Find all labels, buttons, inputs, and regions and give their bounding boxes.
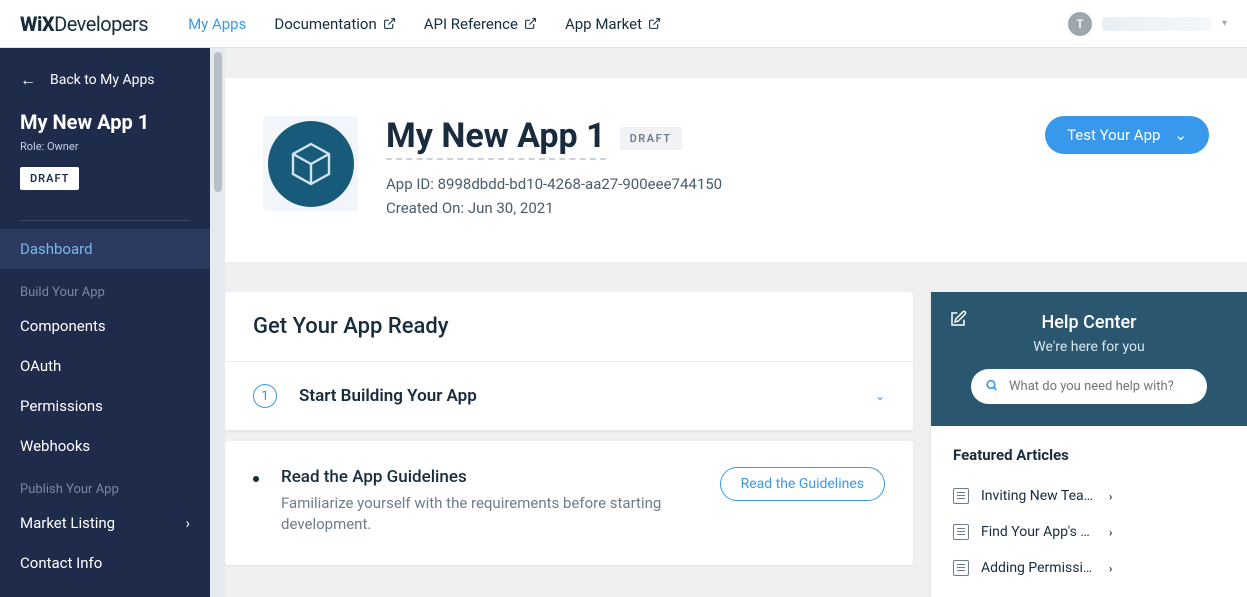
- document-icon: [953, 524, 969, 540]
- app-icon: [263, 116, 358, 211]
- document-icon: [953, 488, 969, 504]
- sidebar-item-components[interactable]: Components: [0, 306, 210, 346]
- document-icon: [953, 560, 969, 576]
- wix-logo[interactable]: WiXDevelopers: [20, 12, 148, 36]
- chevron-down-icon: ⌄: [1174, 126, 1187, 144]
- sidebar-draft-badge: DRAFT: [20, 167, 79, 190]
- chevron-down-icon: ⌄: [875, 389, 885, 403]
- sidebar-item-oauth[interactable]: OAuth: [0, 346, 210, 386]
- external-link-icon: [383, 17, 396, 30]
- sidebar-item-webhooks[interactable]: Webhooks: [0, 426, 210, 466]
- article-item[interactable]: Adding Permissions to Access User ... ›: [953, 550, 1225, 586]
- chevron-right-icon: ›: [1109, 490, 1225, 503]
- chevron-right-icon: ›: [1109, 562, 1225, 575]
- step-detail: Read the App Guidelines Familiarize your…: [225, 441, 913, 565]
- help-center-panel: Help Center We're here for you Featured …: [931, 292, 1247, 597]
- arrow-left-icon: ←: [20, 70, 36, 90]
- account-menu[interactable]: T ▾: [1068, 12, 1227, 36]
- nav-my-apps[interactable]: My Apps: [188, 15, 246, 33]
- sidebar-app-header: My New App 1 Role: Owner DRAFT: [0, 106, 210, 208]
- sidebar-role: Role: Owner: [20, 140, 190, 153]
- step-number: 1: [253, 384, 277, 408]
- chevron-down-icon: ▾: [1222, 18, 1227, 29]
- top-nav: My Apps Documentation API Reference App …: [188, 15, 661, 33]
- back-to-my-apps[interactable]: ← Back to My Apps: [0, 48, 210, 106]
- app-id-text: App ID: 8998dbdd-bd10-4268-aa27-900eee74…: [386, 172, 1017, 196]
- sidebar-item-contact-info[interactable]: Contact Info: [0, 543, 210, 583]
- status-badge: DRAFT: [620, 127, 682, 150]
- sidebar-item-permissions[interactable]: Permissions: [0, 386, 210, 426]
- article-item[interactable]: Find Your App's Public Key ›: [953, 514, 1225, 550]
- scrollbar-thumb[interactable]: [214, 52, 222, 192]
- sidebar-item-market-listing[interactable]: Market Listing›: [0, 503, 210, 543]
- username-placeholder: [1102, 17, 1212, 31]
- detail-body: Familiarize yourself with the requiremen…: [281, 493, 681, 535]
- detail-title: Read the App Guidelines: [281, 467, 681, 487]
- chevron-right-icon: ›: [1109, 526, 1225, 539]
- app-hero: My New App 1 DRAFT App ID: 8998dbdd-bd10…: [225, 78, 1247, 262]
- search-icon: [985, 378, 998, 395]
- sidebar-app-name: My New App 1: [20, 110, 190, 134]
- avatar: T: [1068, 12, 1092, 36]
- external-link-icon: [524, 17, 537, 30]
- edit-icon[interactable]: [949, 310, 967, 332]
- read-guidelines-button[interactable]: Read the Guidelines: [720, 467, 885, 501]
- sidebar-item-dashboard[interactable]: Dashboard: [0, 229, 210, 269]
- sidebar-section-publish: Publish Your App: [0, 466, 210, 503]
- get-ready-heading: Get Your App Ready: [225, 292, 913, 362]
- external-link-icon: [648, 17, 661, 30]
- help-search-input[interactable]: [971, 369, 1207, 404]
- nav-app-market[interactable]: App Market: [565, 15, 661, 33]
- nav-api-reference[interactable]: API Reference: [424, 15, 537, 33]
- bullet-icon: [253, 476, 259, 482]
- divider: [20, 220, 190, 221]
- top-bar: WiXDevelopers My Apps Documentation API …: [0, 0, 1247, 48]
- cube-icon: [287, 140, 335, 188]
- test-your-app-button[interactable]: Test Your App ⌄: [1045, 116, 1209, 154]
- main-content: My New App 1 DRAFT App ID: 8998dbdd-bd10…: [225, 48, 1247, 597]
- created-on-text: Created On: Jun 30, 2021: [386, 196, 1017, 220]
- nav-documentation[interactable]: Documentation: [274, 15, 395, 33]
- step-start-building[interactable]: 1 Start Building Your App ⌄: [225, 362, 913, 431]
- chevron-right-icon: ›: [185, 514, 190, 532]
- help-subtitle: We're here for you: [953, 339, 1225, 355]
- get-ready-panel: Get Your App Ready 1 Start Building Your…: [225, 292, 913, 431]
- featured-heading: Featured Articles: [953, 446, 1225, 464]
- sidebar: ← Back to My Apps My New App 1 Role: Own…: [0, 48, 210, 597]
- scrollbar[interactable]: [210, 48, 225, 597]
- article-item[interactable]: Inviting New Team Members ›: [953, 478, 1225, 514]
- sidebar-section-build: Build Your App: [0, 269, 210, 306]
- page-title[interactable]: My New App 1: [386, 116, 606, 160]
- help-title: Help Center: [953, 312, 1225, 333]
